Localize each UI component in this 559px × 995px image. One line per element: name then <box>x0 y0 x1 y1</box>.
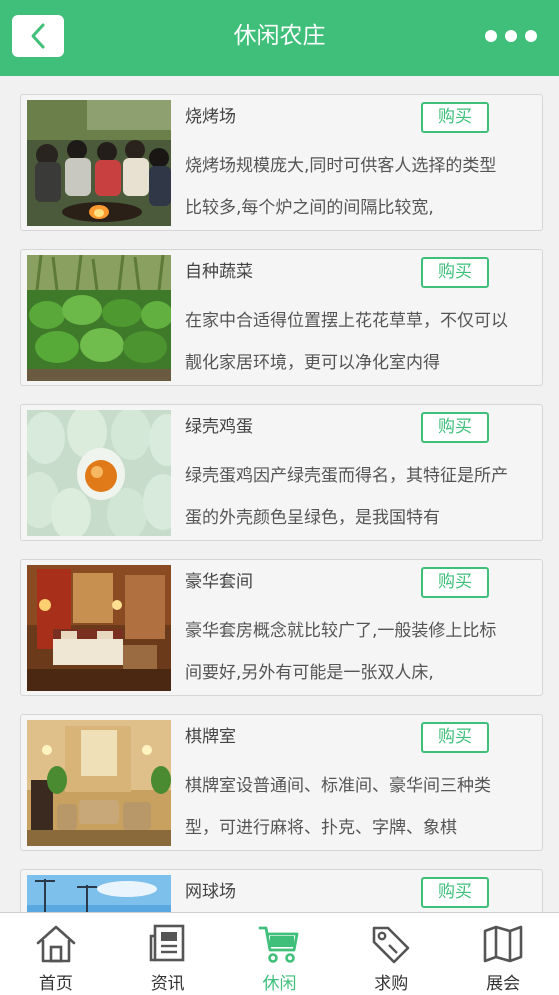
product-name: 绿壳鸡蛋 <box>185 417 253 437</box>
tab-purchase[interactable]: 求购 <box>335 913 447 995</box>
tab-leisure[interactable]: 休闲 <box>224 913 336 995</box>
tab-expo[interactable]: 展会 <box>447 913 559 995</box>
back-button[interactable] <box>12 15 64 57</box>
buy-button[interactable]: 购买 <box>421 567 489 598</box>
product-list[interactable]: 烧烤场 购买 烧烤场规模庞大,同时可供客人选择的类型比较多,每个炉之间的间隔比较… <box>20 94 543 912</box>
buy-button[interactable]: 购买 <box>421 102 489 133</box>
tab-label: 休闲 <box>262 974 297 994</box>
home-icon <box>36 925 76 963</box>
more-dots-icon <box>525 30 537 42</box>
product-name: 豪华套间 <box>185 572 253 592</box>
bottom-tab-bar: 首页 资讯 休闲 求购 展会 <box>0 912 559 995</box>
product-card[interactable]: 豪华套间 购买 豪华套房概念就比较广了,一般装修上比标间要好,另外有可能是一张双… <box>20 559 543 696</box>
product-description: 棋牌室设普通间、标准间、豪华间三种类型，可进行麻将、扑克、字牌、象棋 <box>185 776 491 838</box>
tab-news[interactable]: 资讯 <box>112 913 224 995</box>
product-name: 烧烤场 <box>185 107 236 127</box>
product-image-tennis[interactable] <box>27 875 171 912</box>
product-description: 在家中合适得位置摆上花花草草，不仅可以靓化家居环境，更可以净化室内得 <box>185 311 508 373</box>
buy-button[interactable]: 购买 <box>421 257 489 288</box>
more-dots-icon <box>505 30 517 42</box>
product-name: 网球场 <box>185 882 236 902</box>
product-image-eggs[interactable] <box>27 410 171 536</box>
product-card[interactable]: 网球场 购买 <box>20 869 543 912</box>
buy-button[interactable]: 购买 <box>421 877 489 908</box>
product-card[interactable]: 绿壳鸡蛋 购买 绿壳蛋鸡因产绿壳蛋而得名，其特征是所产蛋的外壳颜色呈绿色，是我国… <box>20 404 543 541</box>
chevron-left-icon <box>31 23 45 49</box>
product-image-suite[interactable] <box>27 565 171 691</box>
tag-icon <box>372 926 410 964</box>
product-image-bbq[interactable] <box>27 100 171 226</box>
product-image-vegetables[interactable] <box>27 255 171 381</box>
product-description: 绿壳蛋鸡因产绿壳蛋而得名，其特征是所产蛋的外壳颜色呈绿色，是我国特有 <box>185 466 508 528</box>
product-name: 棋牌室 <box>185 727 236 747</box>
tab-label: 资讯 <box>150 974 185 994</box>
buy-button[interactable]: 购买 <box>421 412 489 443</box>
more-dots-icon <box>485 30 497 42</box>
product-card[interactable]: 棋牌室 购买 棋牌室设普通间、标准间、豪华间三种类型，可进行麻将、扑克、字牌、象… <box>20 714 543 851</box>
page-title: 休闲农庄 <box>233 23 326 49</box>
product-name: 自种蔬菜 <box>185 262 253 282</box>
cart-icon <box>259 926 299 963</box>
more-button[interactable] <box>485 26 537 46</box>
tab-label: 求购 <box>374 974 409 994</box>
product-card[interactable]: 烧烤场 购买 烧烤场规模庞大,同时可供客人选择的类型比较多,每个炉之间的间隔比较… <box>20 94 543 231</box>
news-icon <box>149 924 184 962</box>
tab-label: 首页 <box>38 974 73 994</box>
buy-button[interactable]: 购买 <box>421 722 489 753</box>
product-image-chess-room[interactable] <box>27 720 171 846</box>
tab-home[interactable]: 首页 <box>0 913 112 995</box>
product-card[interactable]: 自种蔬菜 购买 在家中合适得位置摆上花花草草，不仅可以靓化家居环境，更可以净化室… <box>20 249 543 386</box>
product-description: 豪华套房概念就比较广了,一般装修上比标间要好,另外有可能是一张双人床, <box>185 621 497 683</box>
top-bar: 休闲农庄 <box>0 0 559 76</box>
product-description: 烧烤场规模庞大,同时可供客人选择的类型比较多,每个炉之间的间隔比较宽, <box>185 156 497 218</box>
map-icon <box>483 925 523 963</box>
tab-label: 展会 <box>486 974 521 994</box>
